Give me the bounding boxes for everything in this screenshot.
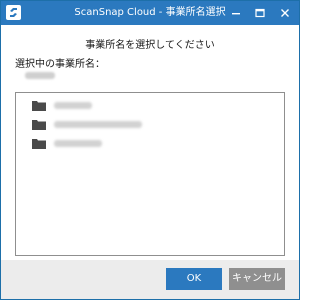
selected-office-label: 選択中の事業所名： — [15, 59, 105, 70]
office-list[interactable] — [15, 92, 285, 256]
title-bar: ScanSnap Cloud - 事業所名選択 — [1, 1, 299, 25]
list-item[interactable] — [32, 99, 232, 113]
list-item[interactable] — [32, 118, 232, 132]
folder-icon — [32, 120, 46, 130]
office-name-redacted — [54, 102, 92, 109]
office-name-redacted — [54, 121, 142, 128]
list-item[interactable] — [32, 137, 232, 151]
ok-button[interactable]: OK — [166, 268, 222, 290]
office-name-redacted — [54, 140, 102, 147]
selected-office-value-redacted — [25, 72, 55, 79]
minimize-button[interactable] — [225, 1, 247, 25]
cancel-button[interactable]: キャンセル — [229, 268, 285, 290]
close-button[interactable] — [274, 1, 296, 25]
office-select-dialog: ScanSnap Cloud - 事業所名選択 事業所名を選択してください 選択… — [0, 0, 300, 300]
folder-icon — [32, 139, 46, 149]
dialog-heading: 事業所名を選択してください — [85, 40, 215, 51]
maximize-button[interactable] — [249, 1, 271, 25]
folder-icon — [32, 101, 46, 111]
